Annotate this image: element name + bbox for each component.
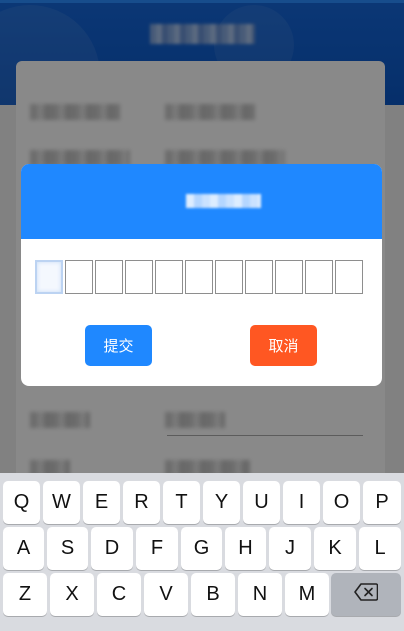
code-input-box[interactable] [185,260,213,294]
key-j[interactable]: J [269,527,311,570]
code-input-box[interactable] [275,260,303,294]
onscreen-keyboard: Q W E R T Y U I O P A S D F G H J K L Z … [0,473,404,631]
cancel-button[interactable]: 取消 [250,325,317,366]
key-t[interactable]: T [163,481,200,524]
dialog-header [21,164,382,239]
key-l[interactable]: L [359,527,401,570]
key-r[interactable]: R [123,481,160,524]
code-input-box[interactable] [65,260,93,294]
code-input-box[interactable] [245,260,273,294]
key-v[interactable]: V [144,573,188,616]
key-d[interactable]: D [91,527,133,570]
key-b[interactable]: B [191,573,235,616]
key-x[interactable]: X [50,573,94,616]
key-f[interactable]: F [136,527,178,570]
code-input-box[interactable] [335,260,363,294]
dialog-title [186,194,261,208]
key-p[interactable]: P [363,481,401,524]
code-input-box[interactable] [35,260,63,294]
code-input-box[interactable] [155,260,183,294]
key-c[interactable]: C [97,573,141,616]
key-z[interactable]: Z [3,573,47,616]
verification-dialog: 提交 取消 [21,164,382,386]
submit-button[interactable]: 提交 [85,325,152,366]
key-a[interactable]: A [3,527,44,570]
key-s[interactable]: S [47,527,88,570]
key-y[interactable]: Y [203,481,240,524]
key-o[interactable]: O [323,481,360,524]
delete-key[interactable] [331,573,401,616]
key-g[interactable]: G [181,527,222,570]
key-e[interactable]: E [83,481,120,524]
key-u[interactable]: U [243,481,280,524]
key-n[interactable]: N [238,573,282,616]
code-input-box[interactable] [215,260,243,294]
key-m[interactable]: M [285,573,329,616]
code-input-box[interactable] [125,260,153,294]
key-i[interactable]: I [283,481,320,524]
code-input-box[interactable] [305,260,333,294]
key-q[interactable]: Q [3,481,40,524]
code-input-box[interactable] [95,260,123,294]
code-input-row [35,260,363,294]
backspace-icon [354,582,379,607]
key-w[interactable]: W [43,481,80,524]
key-k[interactable]: K [314,527,356,570]
key-h[interactable]: H [225,527,266,570]
